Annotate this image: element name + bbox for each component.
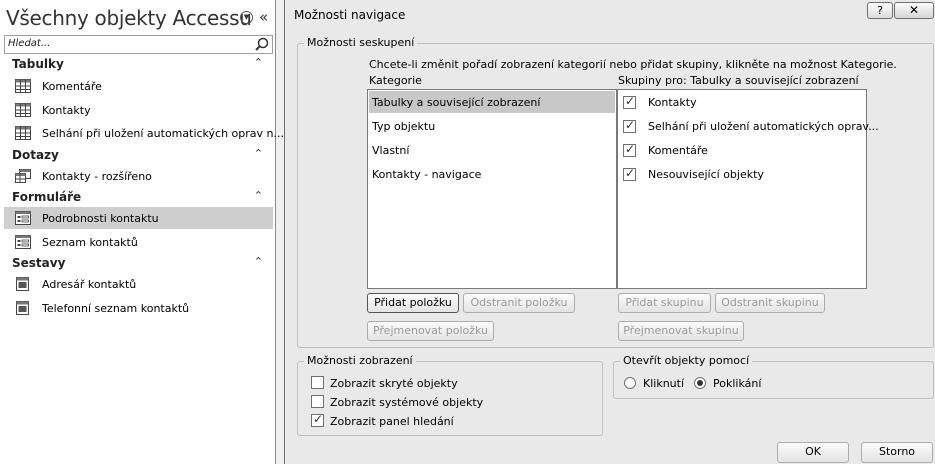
cancel-button[interactable]: Storno: [861, 442, 933, 463]
close-button[interactable]: ✕: [894, 2, 934, 19]
nav-item-query[interactable]: Kontakty - rozšířeno: [4, 165, 273, 187]
show-search-bar-label[interactable]: Zobrazit panel hledání: [330, 415, 454, 428]
open-objects-legend: Otevřít objekty pomocí: [620, 354, 753, 367]
group-item-label: Komentáře: [648, 144, 708, 157]
nav-item-table[interactable]: Kontakty: [4, 99, 273, 121]
nav-item-label: Kontakty - rozšířeno: [42, 170, 152, 183]
category-label: Typ objektu: [372, 120, 436, 133]
form-icon: [15, 235, 31, 249]
groups-list[interactable]: ✓ Kontakty ✓ Selhání při uložení automat…: [617, 89, 879, 289]
category-item-selected[interactable]: Tabulky a související zobrazení: [369, 91, 615, 113]
grouping-instruction: Chcete-li změnit pořadí zobrazení katego…: [369, 58, 897, 71]
show-system-label[interactable]: Zobrazit systémové objekty: [330, 396, 483, 409]
navigation-pane: Všechny objekty Accessu ▼ « Hledat... Ta…: [0, 0, 284, 464]
remove-group-button[interactable]: Odstranit skupinu: [715, 293, 825, 313]
group-item[interactable]: ✓ Komentáře: [619, 139, 865, 161]
group-item-label: Nesouvisející objekty: [648, 168, 764, 181]
single-click-radio[interactable]: [624, 377, 636, 389]
search-placeholder: Hledat...: [8, 38, 51, 49]
nav-item-table[interactable]: Komentáře: [4, 75, 273, 97]
help-button[interactable]: ?: [867, 2, 893, 19]
group-label: Formuláře: [12, 190, 82, 204]
report-icon: [16, 301, 29, 315]
group-header-forms[interactable]: Formuláře ⌃: [4, 188, 273, 207]
category-item[interactable]: Vlastní: [369, 139, 615, 161]
add-item-button[interactable]: Přidat položku: [367, 293, 459, 313]
table-icon: [15, 126, 31, 140]
rename-item-button[interactable]: Přejmenovat položku: [367, 321, 494, 341]
check-icon: ✓: [313, 412, 324, 426]
navigation-options-dialog: Možnosti navigace ? ✕ Možnosti seskupení…: [284, 0, 935, 464]
dialog-title: Možnosti navigace: [294, 8, 406, 22]
group-header-reports[interactable]: Sestavy ⌃: [4, 254, 273, 273]
group-label: Dotazy: [12, 148, 59, 162]
group-checkbox[interactable]: ✓: [623, 142, 636, 157]
rename-group-button[interactable]: Přejmenovat skupinu: [618, 321, 744, 341]
group-label: Tabulky: [12, 57, 64, 71]
nav-item-label: Komentáře: [42, 80, 102, 93]
remove-item-button[interactable]: Odstranit položku: [463, 293, 575, 313]
nav-item-table[interactable]: Selhání při uložení automatických oprav …: [4, 122, 284, 144]
group-header-queries[interactable]: Dotazy ⌃: [4, 146, 273, 165]
double-click-label[interactable]: Poklikání: [713, 377, 761, 390]
category-label: Vlastní: [372, 144, 410, 157]
nav-item-form-selected[interactable]: Podrobnosti kontaktu: [4, 207, 273, 229]
group-item[interactable]: ✓ Nesouvisející objekty: [619, 163, 865, 185]
nav-item-report[interactable]: Adresář kontaktů: [4, 273, 273, 295]
category-dropdown-icon[interactable]: ▼: [240, 11, 253, 24]
nav-item-label: Kontakty: [42, 104, 91, 117]
group-label: Sestavy: [12, 256, 66, 270]
categories-header: Kategorie: [369, 74, 422, 87]
category-label: Tabulky a související zobrazení: [372, 96, 541, 109]
nav-item-label: Seznam kontaktů: [42, 236, 138, 249]
search-icon[interactable]: [253, 36, 271, 53]
groups-header: Skupiny pro: Tabulky a související zobra…: [618, 74, 859, 87]
show-hidden-label[interactable]: Zobrazit skryté objekty: [330, 377, 458, 390]
collapse-pane-icon[interactable]: «: [259, 8, 268, 26]
add-group-button[interactable]: Přidat skupinu: [618, 293, 711, 313]
grouping-options-legend: Možnosti seskupení: [304, 36, 418, 49]
group-item-label: Kontakty: [648, 96, 697, 109]
category-label: Kontakty - navigace: [372, 168, 482, 181]
show-system-checkbox[interactable]: [311, 395, 324, 408]
display-options-legend: Možnosti zobrazení: [304, 354, 416, 367]
nav-item-label: Adresář kontaktů: [42, 278, 137, 291]
category-item[interactable]: Kontakty - navigace: [369, 163, 615, 185]
report-icon: [16, 277, 29, 291]
ok-button[interactable]: OK: [777, 442, 849, 463]
single-click-label[interactable]: Kliknutí: [643, 377, 684, 390]
check-icon: ✓: [625, 94, 636, 108]
navigation-pane-title[interactable]: Všechny objekty Accessu: [6, 6, 252, 30]
group-item[interactable]: ✓ Selhání při uložení automatických opra…: [619, 115, 879, 137]
group-item[interactable]: ✓ Kontakty: [619, 91, 865, 113]
group-checkbox[interactable]: ✓: [623, 166, 636, 181]
double-click-radio[interactable]: [694, 377, 706, 389]
category-item[interactable]: Typ objektu: [369, 115, 615, 137]
show-hidden-checkbox[interactable]: [311, 376, 324, 389]
table-icon: [15, 79, 31, 93]
group-header-tables[interactable]: Tabulky ⌃: [4, 55, 273, 74]
nav-item-report[interactable]: Telefonní seznam kontaktů: [4, 297, 273, 319]
nav-item-label: Podrobnosti kontaktu: [42, 212, 159, 225]
table-icon: [15, 103, 31, 117]
check-icon: ✓: [625, 166, 636, 180]
group-checkbox[interactable]: ✓: [623, 94, 636, 109]
group-checkbox[interactable]: ✓: [623, 118, 636, 133]
check-icon: ✓: [625, 142, 636, 156]
show-search-bar-checkbox[interactable]: ✓: [311, 412, 324, 427]
collapse-group-icon[interactable]: ⌃: [254, 189, 263, 202]
radio-selected-dot: [697, 380, 703, 386]
check-icon: ✓: [625, 118, 636, 132]
collapse-group-icon[interactable]: ⌃: [254, 147, 263, 160]
collapse-group-icon[interactable]: ⌃: [254, 56, 263, 69]
categories-list[interactable]: Tabulky a související zobrazení Typ obje…: [367, 89, 617, 289]
group-item-label: Selhání při uložení automatických oprav.…: [648, 120, 879, 133]
nav-item-label: Selhání při uložení automatických oprav …: [42, 127, 284, 140]
collapse-group-icon[interactable]: ⌃: [254, 255, 263, 268]
nav-item-form[interactable]: Seznam kontaktů: [4, 231, 273, 253]
search-input[interactable]: Hledat...: [4, 35, 273, 54]
form-icon: [15, 211, 31, 225]
query-icon: [15, 169, 31, 183]
nav-item-label: Telefonní seznam kontaktů: [42, 302, 190, 315]
